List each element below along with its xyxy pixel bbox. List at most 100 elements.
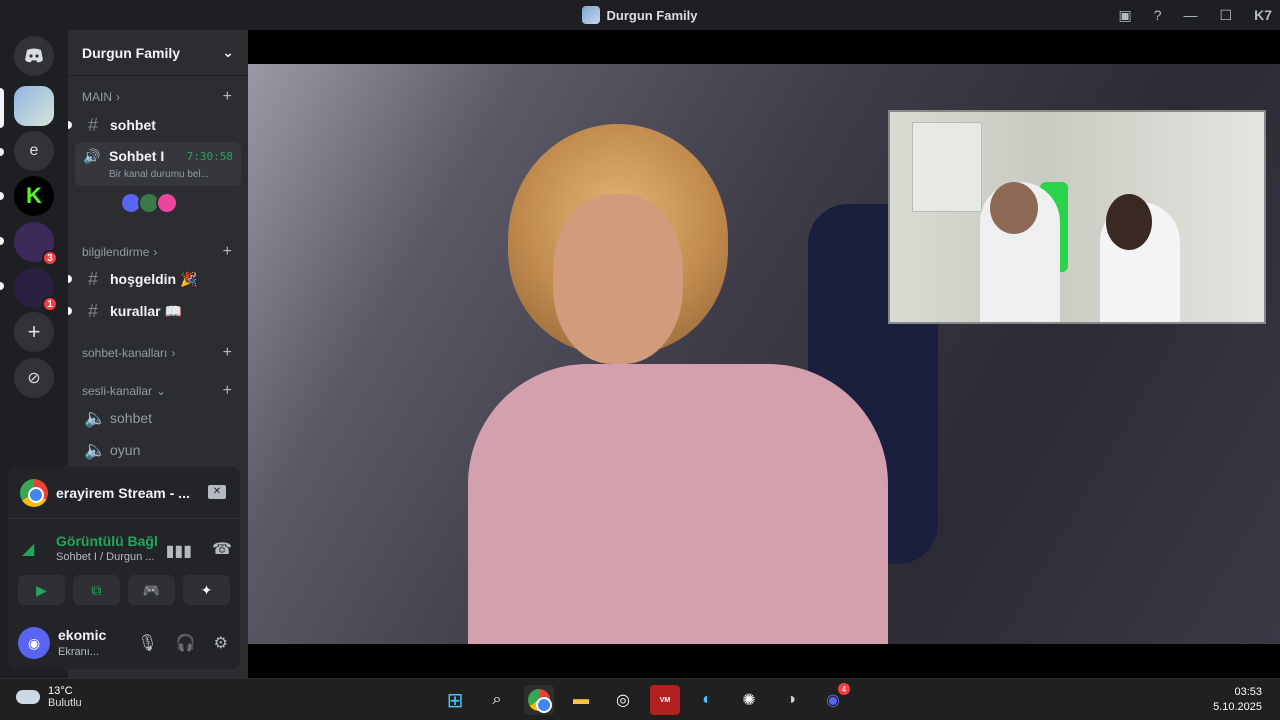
steam-icon[interactable]: ◑ [776,685,806,715]
voice-channel-sohbet-i[interactable]: 🔊 Sohbet I 7:30:58 Bir kanal durumu bel.… [75,142,241,186]
discord-home-icon[interactable] [14,36,54,76]
unread-dot [68,121,72,129]
user-panel: erayirem Stream - ... ✕ ◢ Görüntülü Bağl… [8,467,240,669]
title-bar: Durgun Family ▣ ? — ☐ K7 [0,0,1280,30]
channel-kurallar[interactable]: # kurallar 📖 [68,296,240,326]
hash-icon: # [87,300,98,321]
username[interactable]: ekomic [58,627,106,643]
connection-channel[interactable]: Sohbet I / Durgun ... [56,551,154,563]
inbox-icon[interactable]: ▣ [1119,7,1132,24]
person-1-head [990,182,1038,234]
chevron-right-icon: › [153,245,158,259]
discord-taskbar-icon[interactable]: ◉ 4 [818,683,850,715]
windows-taskbar: 13°C Bulutlu ⊞ ⌕ ▬ ◎ VM ◐ ✺ ◑ ◉ 4 03:53 … [0,678,1280,720]
window-controls: ▣ ? — ☐ K7 [1119,0,1273,30]
voice-connection: ◢ Görüntülü Bağl Sohbet I / Durgun ... ▮… [22,529,232,569]
voice-timer: 7:30:58 [186,150,233,163]
weather-condition: Bulutlu [48,697,82,709]
signal-icon[interactable]: ◢ [22,539,34,559]
server-5[interactable]: 1 [14,268,58,312]
server-e[interactable]: e [14,131,54,171]
kick-tray-icon[interactable]: K7 [1254,7,1272,23]
channel-sohbet[interactable]: # sohbet [68,110,240,140]
chrome-icon [528,689,552,713]
voicemeeter-icon[interactable]: VM [650,685,680,715]
avatar[interactable]: ◉ [18,627,50,659]
maximize-button[interactable]: ☐ [1220,7,1233,24]
windows-start-icon[interactable]: ⊞ [440,685,470,715]
category-bilgilendirme[interactable]: bilgilendirme › + [82,243,232,261]
settings-gear-icon[interactable]: ⚙ [214,633,228,653]
add-channel-icon[interactable]: + [223,344,232,362]
chatgpt-icon[interactable]: ✺ [734,685,764,715]
window-title-text: Durgun Family [606,7,698,23]
clock-time: 03:53 [1234,686,1262,698]
avatar[interactable] [156,192,178,214]
headphones-icon[interactable]: 🎧 [176,633,196,653]
microphone-icon[interactable]: 🎙 [137,633,157,653]
bookshelf [912,122,982,212]
channel-label: oyun [110,442,141,458]
unread-dot [68,275,72,283]
chevron-down-icon: ⌄ [222,44,234,60]
disconnect-icon[interactable]: ☎ [212,539,232,559]
channel-label: hoşgeldin 🎉 [110,270,198,287]
category-sesli-kanallar[interactable]: sesli-kanallar ⌄ + [82,382,232,400]
add-channel-icon[interactable]: + [223,88,232,106]
unread-pill [0,282,4,290]
channel-label: kurallar 📖 [110,302,182,319]
stop-stream-icon[interactable]: ✕ [208,485,226,499]
stream-video[interactable] [248,64,1280,644]
file-explorer-icon[interactable]: ▬ [566,685,596,715]
system-clock[interactable]: 03:53 5.10.2025 [1213,685,1262,715]
help-icon[interactable]: ? [1154,7,1162,23]
mention-badge: 3 [42,250,58,266]
server-kick[interactable]: K [14,176,54,216]
activity-button[interactable]: 🎮 [128,575,175,605]
add-server-button[interactable]: + [14,312,54,352]
stream-name: erayirem Stream - ... [56,484,190,501]
user-controls: 🎙 🎧 ⚙ [137,633,228,653]
picture-in-picture [888,110,1266,324]
user-row: ◉ ekomic Ekranı... 🎙 🎧 ⚙ [18,621,234,665]
clock-date: 5.10.2025 [1213,701,1262,713]
obs-icon[interactable]: ◎ [608,685,638,715]
channel-label: sohbet [110,117,156,133]
chevron-down-icon: ⌄ [156,384,167,398]
unread-pill [0,148,4,156]
search-icon[interactable]: ⌕ [482,685,512,715]
voice-channel-label: Sohbet I [109,148,165,164]
add-channel-icon[interactable]: + [223,243,232,261]
category-sohbet-kanallari[interactable]: sohbet-kanalları › + [82,344,232,362]
channel-hosgeldin[interactable]: # hoşgeldin 🎉 [68,264,240,294]
guild-header[interactable]: Durgun Family ⌄ [68,30,248,76]
stream-row[interactable]: erayirem Stream - ... ✕ [8,467,240,519]
soundboard-icon[interactable]: ▮▮▮ [166,541,192,561]
screen-share-button[interactable]: ⧉ [73,575,120,605]
channel-status[interactable]: Bir kanal durumu bel... [109,169,209,180]
speaker-icon: 🔊 [83,148,101,164]
weather-widget[interactable]: 13°C Bulutlu [16,685,82,709]
soundboard-button[interactable]: ✦ [183,575,230,605]
app-icon[interactable]: ◐ [692,685,722,715]
chevron-right-icon: › [116,90,120,104]
hash-icon: # [87,114,98,135]
chevron-right-icon: › [171,346,176,360]
unread-pill [0,237,4,245]
user-status: Ekranı... [58,646,99,658]
add-channel-icon[interactable]: + [223,382,232,400]
selected-server-pill [0,88,4,128]
camera-button[interactable]: ▶ [18,575,65,605]
streamer [468,124,888,644]
voice-users [120,192,178,214]
discover-icon[interactable]: ⊘ [14,358,54,398]
connection-status: Görüntülü Bağl [56,533,158,549]
server-4[interactable]: 3 [14,222,58,266]
chrome-taskbar-icon[interactable] [524,685,554,715]
category-main[interactable]: MAIN › + [82,88,232,106]
voice-channel-oyun[interactable]: 🔈 oyun [76,435,240,465]
server-durgun-family[interactable] [14,86,54,126]
category-label: sohbet-kanalları [82,346,168,360]
voice-channel-sohbet[interactable]: 🔈 sohbet [76,403,240,433]
minimize-button[interactable]: — [1184,7,1198,23]
